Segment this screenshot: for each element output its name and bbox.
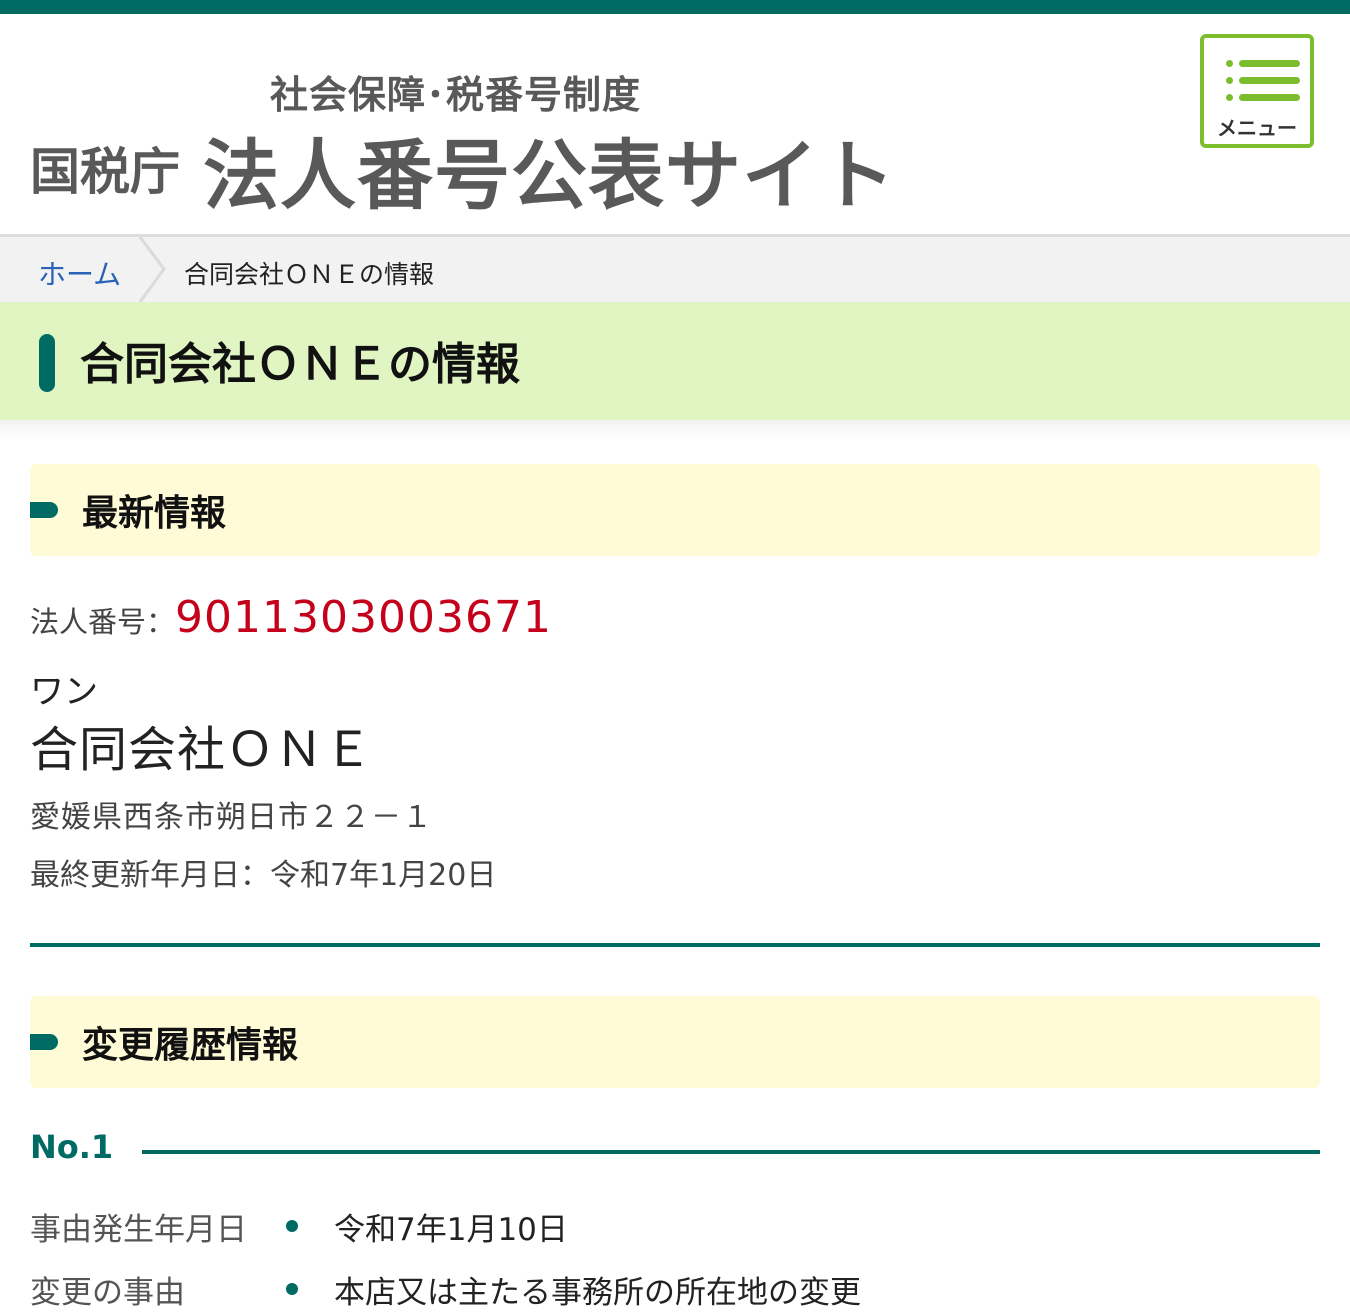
- site-title[interactable]: 法人番号公表サイト: [203, 114, 896, 224]
- menu-hamburger-icon: [1226, 60, 1300, 67]
- latest-info-heading-label: 最新情報: [82, 493, 227, 534]
- history-row-value: 本店又は主たる事務所の所在地の変更: [334, 1275, 861, 1311]
- last-updated-date: 最終更新年月日：令和7年1月20日: [30, 858, 497, 893]
- corporate-number-value: 9011303003671: [175, 592, 552, 643]
- bullet-icon: [286, 1283, 298, 1295]
- agency-name: 国税庁: [30, 143, 180, 201]
- top-accent-bar: [0, 0, 1350, 14]
- menu-hamburger-icon: [1226, 94, 1300, 101]
- section-divider: [30, 943, 1320, 947]
- header-shadow: [0, 420, 1350, 440]
- history-entry-number: No.1: [30, 1128, 114, 1166]
- menu-hamburger-icon: [1226, 77, 1300, 84]
- corporate-name-furigana: ワン: [30, 672, 98, 712]
- history-row-key: 事由発生年月日: [30, 1212, 247, 1248]
- title-accent-bar: [39, 334, 55, 392]
- breadcrumb-home-link[interactable]: ホーム: [38, 253, 121, 293]
- section-marker-icon: [30, 1034, 58, 1050]
- history-entry-rule: [142, 1150, 1320, 1154]
- corporate-name: 合同会社ＯＮＥ: [30, 722, 374, 778]
- breadcrumb: ホーム 合同会社ＯＮＥの情報: [0, 234, 1350, 302]
- corporate-number-label: 法人番号：: [30, 605, 176, 639]
- history-row-key: 変更の事由: [30, 1275, 185, 1311]
- site-header: 社会保障･税番号制度 国税庁 法人番号公表サイト: [0, 14, 1350, 234]
- corporate-number-row: 法人番号：9011303003671: [30, 592, 552, 643]
- latest-info-heading: 最新情報: [30, 464, 1320, 556]
- history-heading-label: 変更履歴情報: [82, 1025, 299, 1066]
- history-heading: 変更履歴情報: [30, 996, 1320, 1088]
- page-header: 合同会社ＯＮＥの情報: [0, 302, 1350, 420]
- breadcrumb-current: 合同会社ＯＮＥの情報: [184, 260, 435, 289]
- page-title: 合同会社ＯＮＥの情報: [80, 339, 520, 390]
- section-marker-icon: [30, 502, 58, 518]
- menu-label: メニュー: [1217, 116, 1297, 140]
- breadcrumb-separator-icon: [138, 237, 166, 302]
- bullet-icon: [286, 1220, 298, 1232]
- site-subtitle: 社会保障･税番号制度: [270, 73, 642, 117]
- menu-button[interactable]: メニュー: [1200, 34, 1314, 148]
- corporate-address: 愛媛県西条市朔日市２２－１: [30, 800, 433, 835]
- history-row-value: 令和7年1月10日: [334, 1212, 568, 1248]
